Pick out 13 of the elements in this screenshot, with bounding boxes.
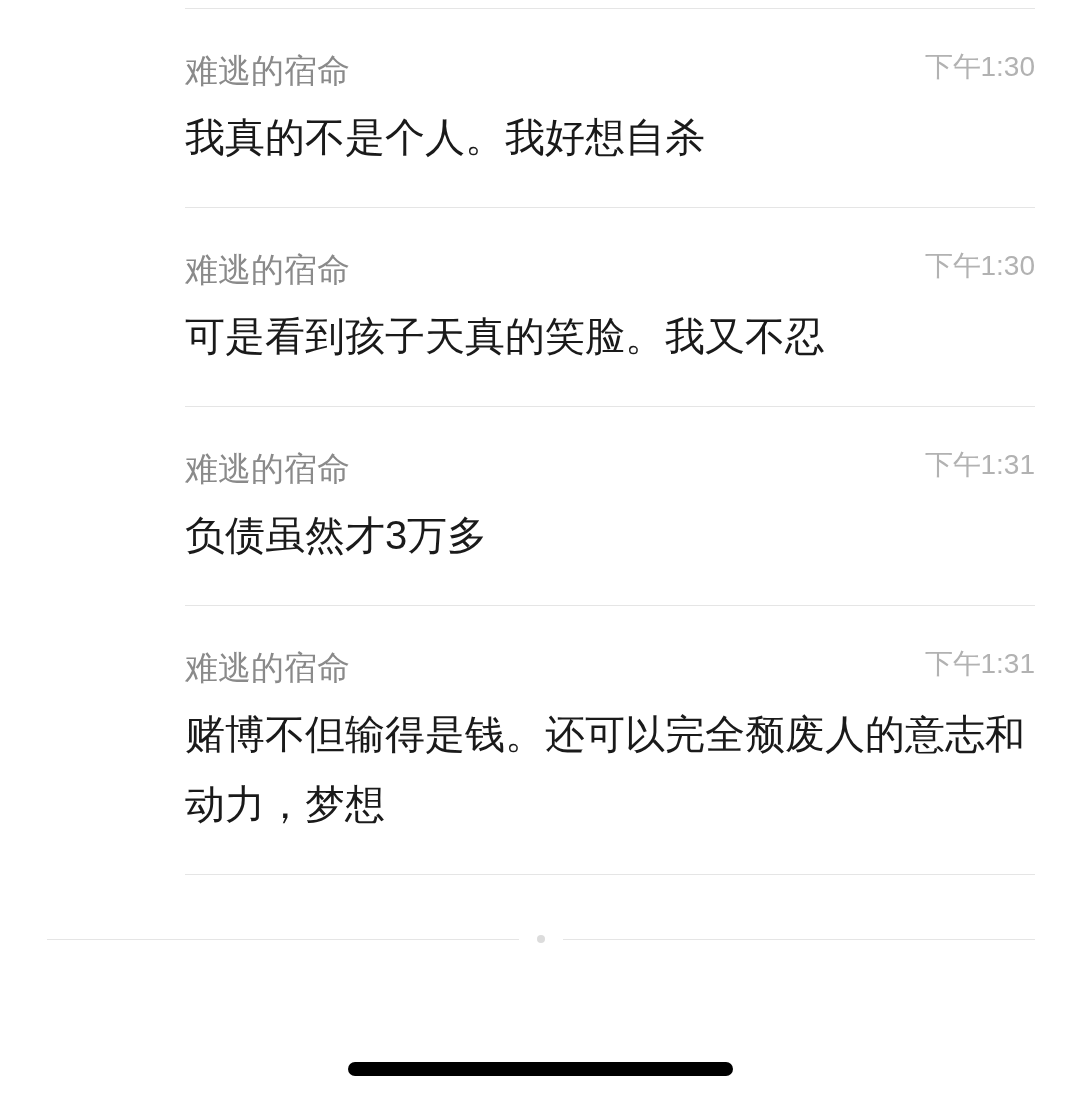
sender-name: 难逃的宿命	[185, 250, 350, 290]
sender-name: 难逃的宿命	[185, 648, 350, 688]
home-indicator[interactable]	[347, 1062, 733, 1076]
message-time: 下午1:30	[924, 50, 1035, 84]
message-text: 赌博不但输得是钱。还可以完全颓废人的意志和动力，梦想	[185, 711, 1026, 828]
message-text: 我真的不是个人。我好想自杀	[185, 114, 706, 161]
message-time: 下午1:31	[924, 647, 1035, 681]
message-time: 下午1:31	[924, 448, 1035, 482]
message-time: 下午1:30	[924, 249, 1035, 283]
sender-name: 难逃的宿命	[185, 449, 350, 489]
message-text: 负债虽然才3万多	[185, 512, 489, 559]
message-text: 可是看到孩子天真的笑脸。我又不忍	[185, 313, 826, 360]
sender-name: 难逃的宿命	[185, 51, 350, 91]
